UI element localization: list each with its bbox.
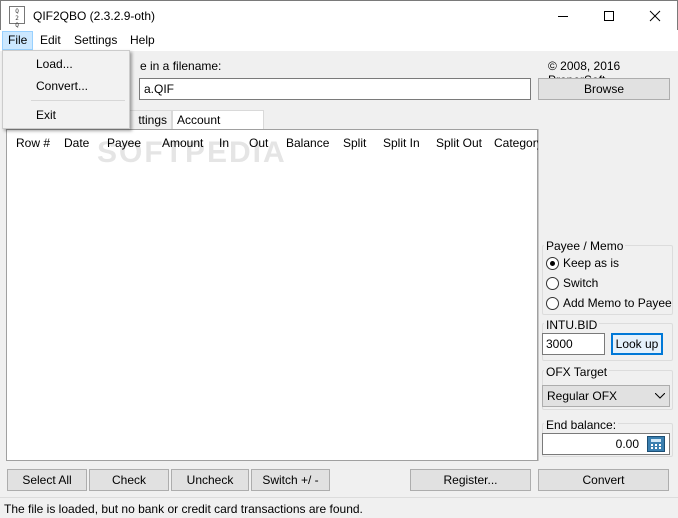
maximize-icon — [604, 11, 614, 21]
menu-help[interactable]: Help — [124, 31, 161, 50]
convert-button[interactable]: Convert — [538, 469, 669, 491]
radio-add-memo[interactable]: Add Memo to Payee — [546, 296, 672, 310]
window-title: QIF2QBO (2.3.2.9-oth) — [33, 9, 156, 23]
column-header-split[interactable]: Split — [343, 136, 366, 150]
column-header-row[interactable]: Row # — [16, 136, 50, 150]
menu-item-exit[interactable]: Exit — [3, 104, 129, 126]
minimize-icon — [558, 16, 568, 17]
column-header-split-out[interactable]: Split Out — [436, 136, 482, 150]
column-header-payee[interactable]: Payee — [107, 136, 141, 150]
menu-file[interactable]: File — [2, 31, 34, 50]
column-header-in[interactable]: In — [219, 136, 229, 150]
menu-item-convert[interactable]: Convert... — [3, 75, 129, 97]
select-all-button[interactable]: Select All — [7, 469, 87, 491]
radio-keep-as-is[interactable]: Keep as is — [546, 256, 619, 270]
close-icon — [649, 10, 661, 22]
column-header-amount[interactable]: Amount — [162, 136, 203, 150]
calculator-glyph — [651, 439, 661, 449]
column-header-balance[interactable]: Balance — [286, 136, 329, 150]
lookup-button[interactable]: Look up — [611, 333, 663, 355]
ofx-target-value: Regular OFX — [547, 389, 618, 403]
end-balance-title: End balance: — [544, 418, 619, 432]
radio-switch[interactable]: Switch — [546, 276, 598, 290]
menu-edit[interactable]: Edit — [34, 31, 67, 50]
radio-checked-icon — [546, 256, 559, 270]
ofx-target-select[interactable]: Regular OFX — [542, 385, 670, 407]
app-icon: Q2Q — [9, 6, 25, 29]
check-button[interactable]: Check — [89, 469, 169, 491]
close-button[interactable] — [632, 1, 678, 31]
radio-keep-label: Keep as is — [563, 256, 620, 270]
maximize-button[interactable] — [586, 1, 632, 31]
intu-bid-input[interactable]: 3000 — [542, 333, 605, 355]
radio-icon — [546, 276, 559, 290]
calculator-icon[interactable] — [647, 436, 665, 452]
radio-icon — [546, 296, 559, 310]
minimize-button[interactable] — [540, 1, 586, 31]
tab-account-mapping[interactable]: Account Mapping — [172, 110, 264, 145]
filename-input[interactable]: a.QIF — [139, 78, 531, 100]
ofx-target-title: OFX Target — [544, 365, 610, 379]
intu-bid-title: INTU.BID — [544, 318, 600, 332]
menu-bar: File Edit Settings Help — [0, 30, 678, 51]
tab-settings[interactable]: ttings — [130, 110, 172, 130]
transactions-table[interactable]: SOFTPEDIA Row # Date Payee Amount In Out… — [6, 129, 543, 461]
file-dropdown-menu: Load... Convert... Exit — [2, 50, 130, 129]
chevron-down-icon — [655, 393, 665, 399]
column-header-split-in[interactable]: Split In — [383, 136, 420, 150]
menu-separator — [31, 100, 125, 101]
switch-button[interactable]: Switch +/ - — [251, 469, 330, 491]
column-header-out[interactable]: Out — [249, 136, 268, 150]
column-header-category[interactable]: Category — [494, 136, 543, 150]
source-label: e in a filename: — [140, 59, 222, 73]
radio-add-memo-label: Add Memo to Payee — [563, 296, 672, 310]
payee-memo-title: Payee / Memo — [544, 239, 626, 253]
radio-switch-label: Switch — [563, 276, 599, 290]
register-button[interactable]: Register... — [410, 469, 531, 491]
title-bar[interactable]: Q2Q QIF2QBO (2.3.2.9-oth) — [0, 0, 678, 30]
browse-button[interactable]: Browse — [538, 78, 670, 100]
menu-settings[interactable]: Settings — [68, 31, 123, 50]
column-header-date[interactable]: Date — [64, 136, 89, 150]
right-panel: Payee / Memo Keep as is Switch Add Memo … — [538, 129, 674, 461]
menu-item-load[interactable]: Load... — [3, 53, 129, 75]
uncheck-button[interactable]: Uncheck — [171, 469, 249, 491]
status-bar: The file is loaded, but no bank or credi… — [0, 497, 678, 518]
